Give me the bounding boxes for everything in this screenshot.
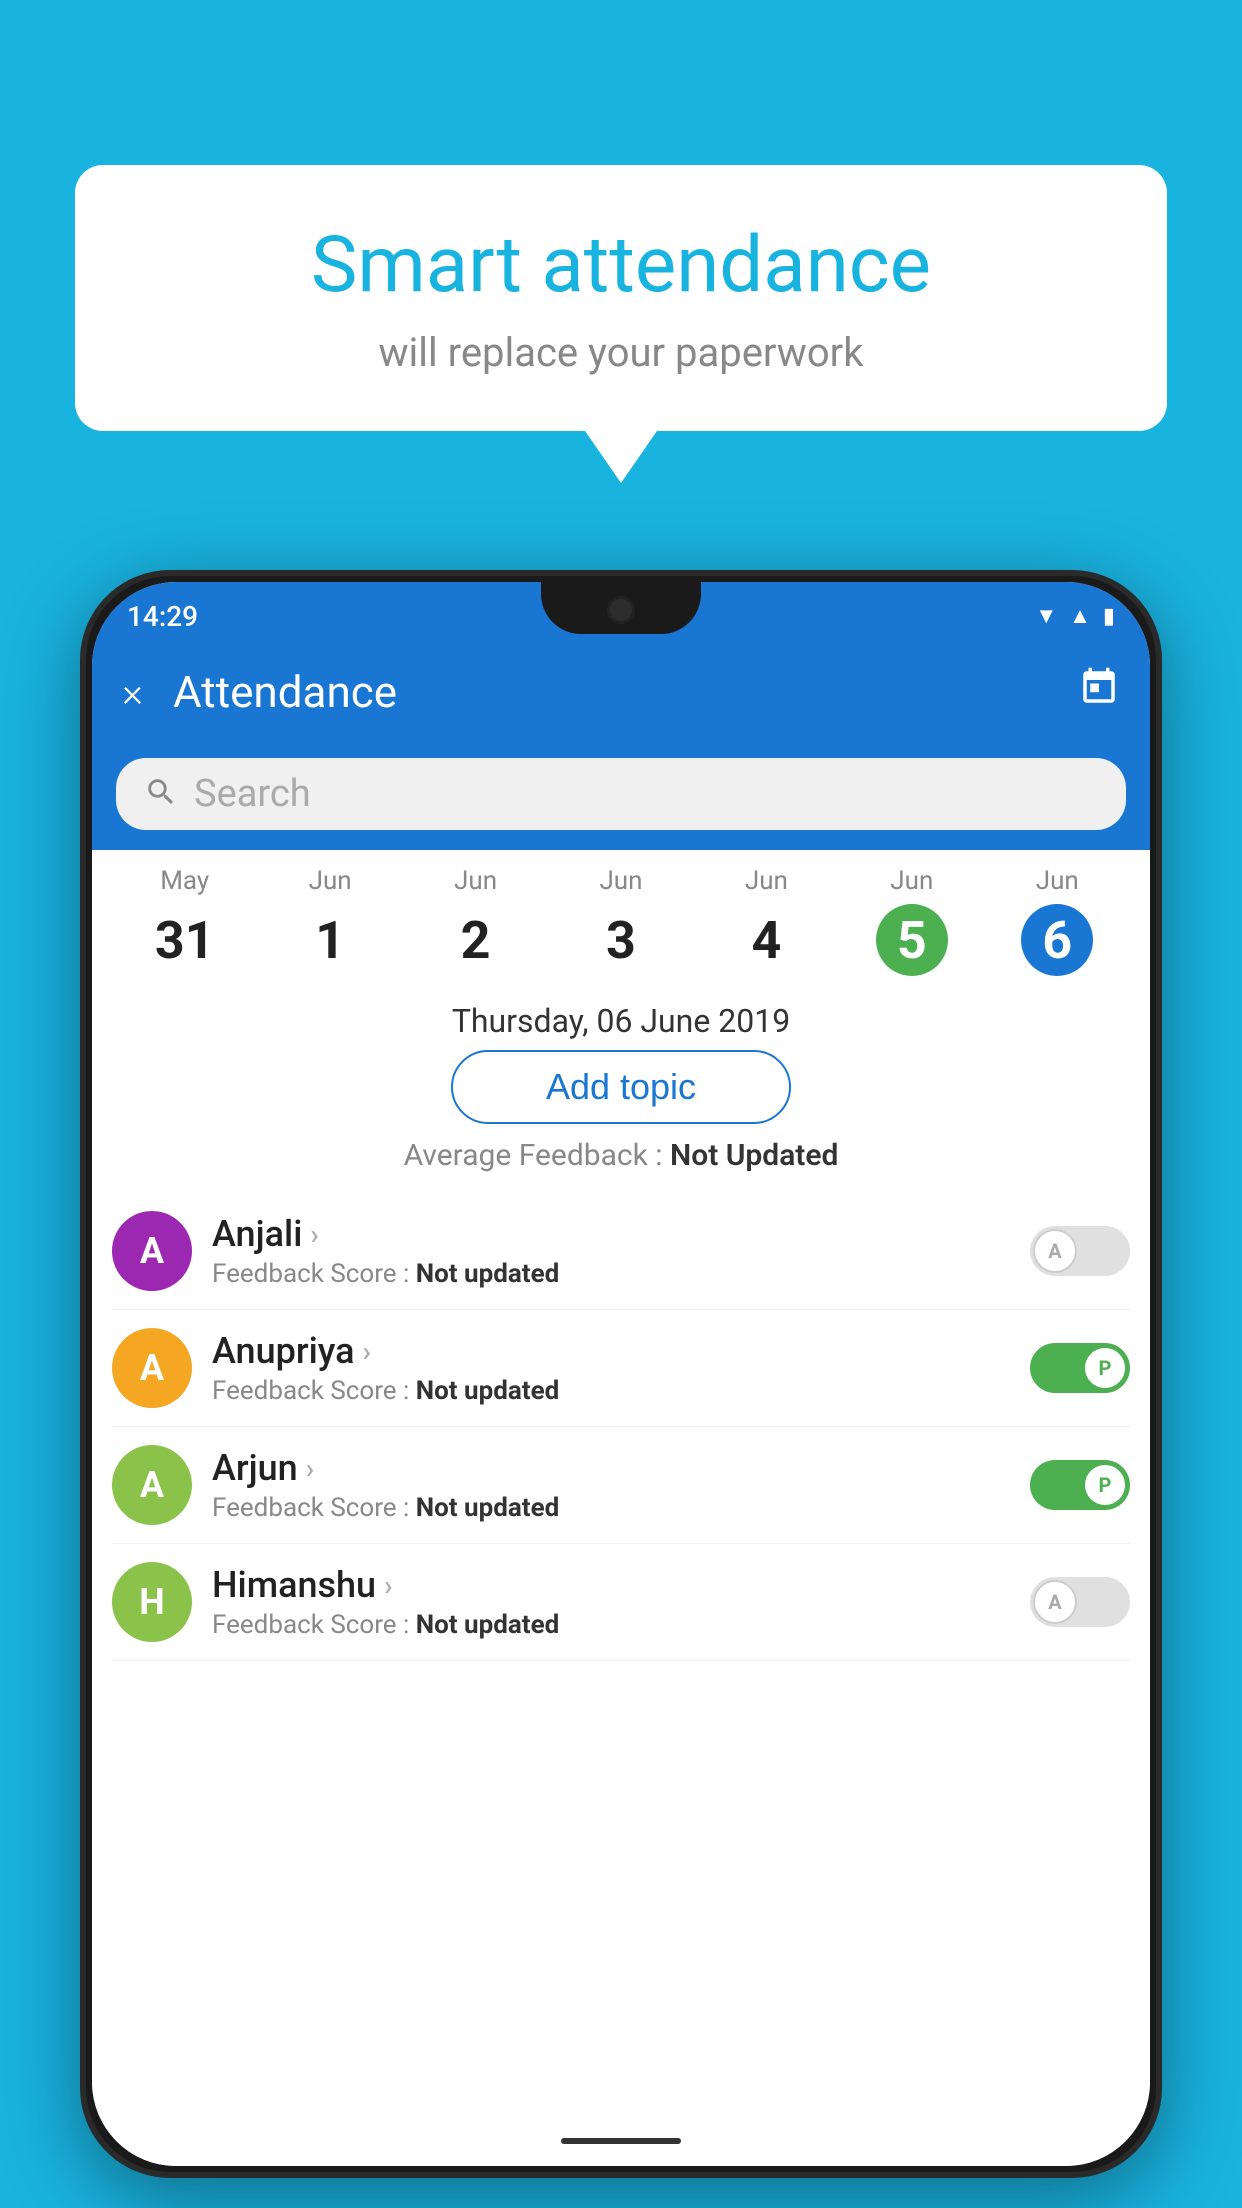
student-avatar-1: A [112, 1328, 192, 1408]
student-info-3: Himanshu › Feedback Score : Not updated [212, 1564, 1010, 1640]
power-button [1158, 956, 1162, 1036]
date-day-3: 3 [585, 904, 657, 976]
app-bar: × Attendance [92, 642, 1150, 742]
scroll-content: May 31 Jun 1 Jun 2 Jun 3 Jun 4 Jun 5 Jun 6 Thursday, … [92, 850, 1150, 2116]
date-day-2: 2 [440, 904, 512, 976]
date-month-0: May [112, 866, 257, 896]
student-feedback-1: Feedback Score : Not updated [212, 1376, 1010, 1406]
student-feedback-2: Feedback Score : Not updated [212, 1493, 1010, 1523]
toggle-thumb-3: A [1033, 1580, 1077, 1624]
date-day-31: 31 [149, 904, 221, 976]
attendance-toggle-1[interactable]: P [1030, 1343, 1130, 1393]
phone-screen: 14:29 ▼ ▲ ▮ × Attendance [92, 582, 1150, 2166]
avg-feedback-value: Not Updated [670, 1138, 838, 1173]
signal-icon: ▲ [1069, 603, 1091, 629]
student-name-2[interactable]: Arjun › [212, 1447, 1010, 1489]
phone-frame: 14:29 ▼ ▲ ▮ × Attendance [80, 570, 1162, 2178]
home-indicator [561, 2138, 681, 2144]
student-feedback-3: Feedback Score : Not updated [212, 1610, 1010, 1640]
toggle-container-2: P [1030, 1460, 1130, 1510]
app-bar-title: Attendance [173, 666, 1078, 718]
bubble-title: Smart attendance [135, 220, 1107, 311]
student-info-0: Anjali › Feedback Score : Not updated [212, 1213, 1010, 1289]
attendance-toggle-3[interactable]: A [1030, 1577, 1130, 1627]
attendance-toggle-2[interactable]: P [1030, 1460, 1130, 1510]
date-item-31[interactable]: May 31 [112, 866, 257, 976]
student-info-1: Anupriya › Feedback Score : Not updated [212, 1330, 1010, 1406]
volume-down-button [80, 1046, 84, 1126]
student-list: AAnjali ›Feedback Score : Not updatedAAA… [92, 1193, 1150, 1661]
chevron-icon-1: › [363, 1335, 371, 1368]
wifi-icon: ▼ [1035, 603, 1057, 629]
student-feedback-0: Feedback Score : Not updated [212, 1259, 1010, 1289]
student-item-0: A Anjali › Feedback Score : Not updated A [112, 1193, 1130, 1310]
avg-feedback: Average Feedback : Not Updated [92, 1138, 1150, 1173]
status-icons: ▼ ▲ ▮ [1035, 603, 1115, 629]
date-month-1: Jun [257, 866, 402, 896]
student-name-1[interactable]: Anupriya › [212, 1330, 1010, 1372]
student-item-3: H Himanshu › Feedback Score : Not updated A [112, 1544, 1130, 1661]
date-month-2: Jun [403, 866, 548, 896]
date-item-1[interactable]: Jun 1 [257, 866, 402, 976]
attendance-toggle-0[interactable]: A [1030, 1226, 1130, 1276]
volume-up-button [80, 946, 84, 1026]
date-day-6: 6 [1021, 904, 1093, 976]
toggle-thumb-2: P [1083, 1463, 1127, 1507]
search-icon [144, 775, 178, 813]
date-item-5[interactable]: Jun 5 [839, 866, 984, 976]
toggle-container-0: A [1030, 1226, 1130, 1276]
toggle-thumb-0: A [1033, 1229, 1077, 1273]
search-bar-container: Search [92, 742, 1150, 850]
student-avatar-2: A [112, 1445, 192, 1525]
speech-bubble: Smart attendance will replace your paper… [75, 165, 1167, 431]
date-day-5: 5 [876, 904, 948, 976]
search-bar[interactable]: Search [116, 758, 1126, 830]
bubble-subtitle: will replace your paperwork [135, 329, 1107, 376]
date-month-5: Jun [839, 866, 984, 896]
phone-notch [541, 582, 701, 634]
date-day-1: 1 [294, 904, 366, 976]
chevron-icon-0: › [310, 1218, 318, 1251]
bottom-area [92, 2116, 1150, 2166]
student-avatar-3: H [112, 1562, 192, 1642]
close-button[interactable]: × [122, 669, 143, 716]
search-input[interactable]: Search [194, 772, 311, 816]
date-item-6[interactable]: Jun 6 [985, 866, 1130, 976]
battery-icon: ▮ [1103, 604, 1115, 629]
toggle-container-3: A [1030, 1577, 1130, 1627]
date-item-3[interactable]: Jun 3 [548, 866, 693, 976]
chevron-icon-3: › [384, 1569, 392, 1602]
status-time: 14:29 [127, 600, 198, 633]
student-info-2: Arjun › Feedback Score : Not updated [212, 1447, 1010, 1523]
avg-feedback-label: Average Feedback : [404, 1138, 670, 1173]
mute-button [80, 856, 84, 916]
date-item-4[interactable]: Jun 4 [694, 866, 839, 976]
chevron-icon-2: › [306, 1452, 314, 1485]
selected-date-label: Thursday, 06 June 2019 [92, 1002, 1150, 1040]
date-month-3: Jun [548, 866, 693, 896]
date-strip: May 31 Jun 1 Jun 2 Jun 3 Jun 4 Jun 5 Jun 6 [92, 850, 1150, 986]
add-topic-button[interactable]: Add topic [451, 1050, 791, 1124]
student-item-1: A Anupriya › Feedback Score : Not updated P [112, 1310, 1130, 1427]
toggle-thumb-1: P [1083, 1346, 1127, 1390]
student-name-3[interactable]: Himanshu › [212, 1564, 1010, 1606]
student-name-0[interactable]: Anjali › [212, 1213, 1010, 1255]
calendar-icon[interactable] [1078, 666, 1120, 719]
student-item-2: A Arjun › Feedback Score : Not updated P [112, 1427, 1130, 1544]
date-month-6: Jun [985, 866, 1130, 896]
date-month-4: Jun [694, 866, 839, 896]
toggle-container-1: P [1030, 1343, 1130, 1393]
front-camera [607, 596, 635, 624]
date-item-2[interactable]: Jun 2 [403, 866, 548, 976]
student-avatar-0: A [112, 1211, 192, 1291]
date-day-4: 4 [730, 904, 802, 976]
